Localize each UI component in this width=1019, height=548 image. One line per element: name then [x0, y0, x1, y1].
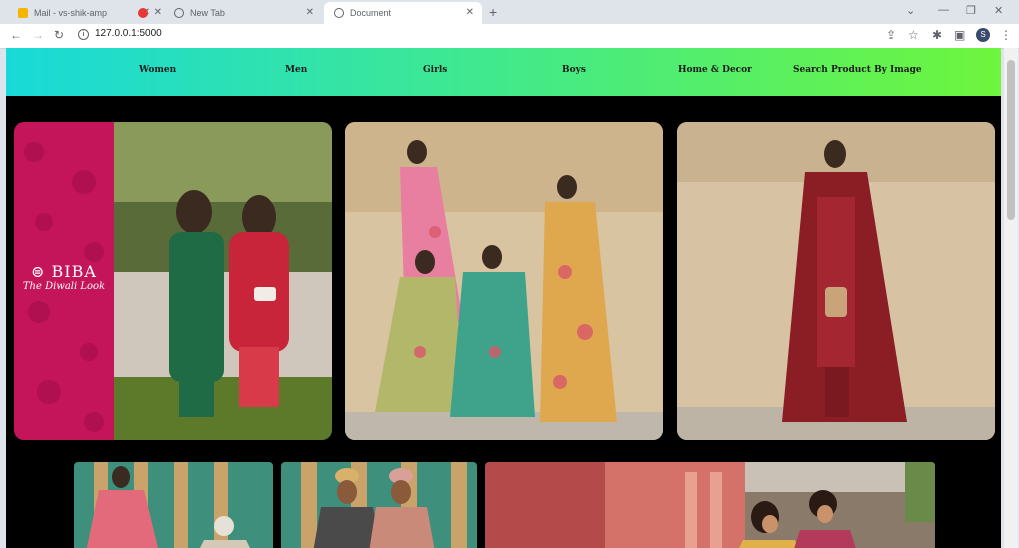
- tab-title: New Tab: [190, 8, 225, 18]
- bridal-lehenga-card[interactable]: [74, 462, 273, 548]
- info-icon[interactable]: i: [78, 29, 89, 40]
- chevron-down-icon[interactable]: ⌄: [906, 4, 915, 17]
- tab-title: Mail - vs-shik-amp: [34, 8, 108, 18]
- star-icon[interactable]: ☆: [908, 28, 919, 42]
- bridal-image: [74, 462, 273, 548]
- new-tab-button[interactable]: +: [489, 4, 497, 20]
- reload-icon[interactable]: ↻: [54, 28, 64, 42]
- browser-toolbar: ← → ↻ i 127.0.0.1:5000 ⇪ ☆ ✱ ▣ ⋮: [0, 24, 1019, 49]
- close-icon[interactable]: ✕: [306, 7, 314, 18]
- biba-logo-text: ⊜ BIBA: [31, 262, 97, 281]
- minimize-icon[interactable]: —: [938, 4, 949, 16]
- saree-group-image: [345, 122, 663, 440]
- share-icon[interactable]: ⇪: [886, 28, 896, 42]
- extensions-icon[interactable]: ✱: [932, 28, 942, 42]
- close-icon[interactable]: ✕: [466, 7, 474, 18]
- saree-collection-card[interactable]: [345, 122, 663, 440]
- globe-icon: [174, 8, 184, 18]
- tab-title: Document: [350, 8, 392, 18]
- close-window-icon[interactable]: ✕: [994, 4, 1003, 17]
- mail-favicon-icon: [18, 8, 28, 18]
- festive-wear-card[interactable]: [485, 462, 935, 548]
- nav-link-girls[interactable]: Girls: [423, 65, 447, 75]
- top-navbar: Women Men Girls Boys Home & Decor Search…: [6, 48, 1001, 96]
- close-icon[interactable]: ✕: [154, 7, 162, 18]
- biba-diwali-banner-card[interactable]: ⊜ BIBA The Diwali Look: [14, 122, 332, 440]
- avatar[interactable]: S: [976, 28, 990, 42]
- maroon-suit-image: [677, 122, 995, 440]
- address-bar[interactable]: i 127.0.0.1:5000: [78, 28, 162, 40]
- site-favicon-icon: [138, 8, 148, 18]
- nav-link-home-decor[interactable]: Home & Decor: [678, 65, 752, 75]
- restore-icon[interactable]: ❐: [966, 4, 976, 17]
- mens-sherwani-card[interactable]: [281, 462, 477, 548]
- back-arrow-icon[interactable]: ←: [10, 28, 22, 42]
- nav-link-women[interactable]: Women: [139, 65, 176, 75]
- browser-tab-strip: Mail - vs-shik-amp ✕ ✕ New Tab ✕ Documen…: [0, 0, 1019, 24]
- maroon-suit-card[interactable]: [677, 122, 995, 440]
- page-viewport: Women Men Girls Boys Home & Decor Search…: [6, 48, 1001, 548]
- globe-icon: [334, 8, 344, 18]
- forward-arrow-icon[interactable]: →: [32, 28, 44, 42]
- tab-new-tab[interactable]: New Tab ✕: [164, 2, 322, 24]
- biba-tagline: The Diwali Look: [22, 281, 106, 292]
- festive-wear-image: [485, 462, 935, 548]
- url-text: 127.0.0.1:5000: [95, 28, 162, 39]
- menu-icon[interactable]: ⋮: [1000, 28, 1012, 42]
- side-panel-icon[interactable]: ▣: [954, 28, 965, 42]
- tab-pinned[interactable]: ✕: [128, 2, 164, 24]
- tab-document[interactable]: Document ✕: [324, 2, 482, 24]
- nav-link-men[interactable]: Men: [285, 65, 307, 75]
- nav-link-search-by-image[interactable]: Search Product By Image: [793, 65, 922, 75]
- scrollbar-thumb[interactable]: [1007, 60, 1015, 220]
- nav-link-boys[interactable]: Boys: [562, 65, 586, 75]
- page-scrollbar[interactable]: [1004, 48, 1018, 548]
- sherwani-image: [281, 462, 477, 548]
